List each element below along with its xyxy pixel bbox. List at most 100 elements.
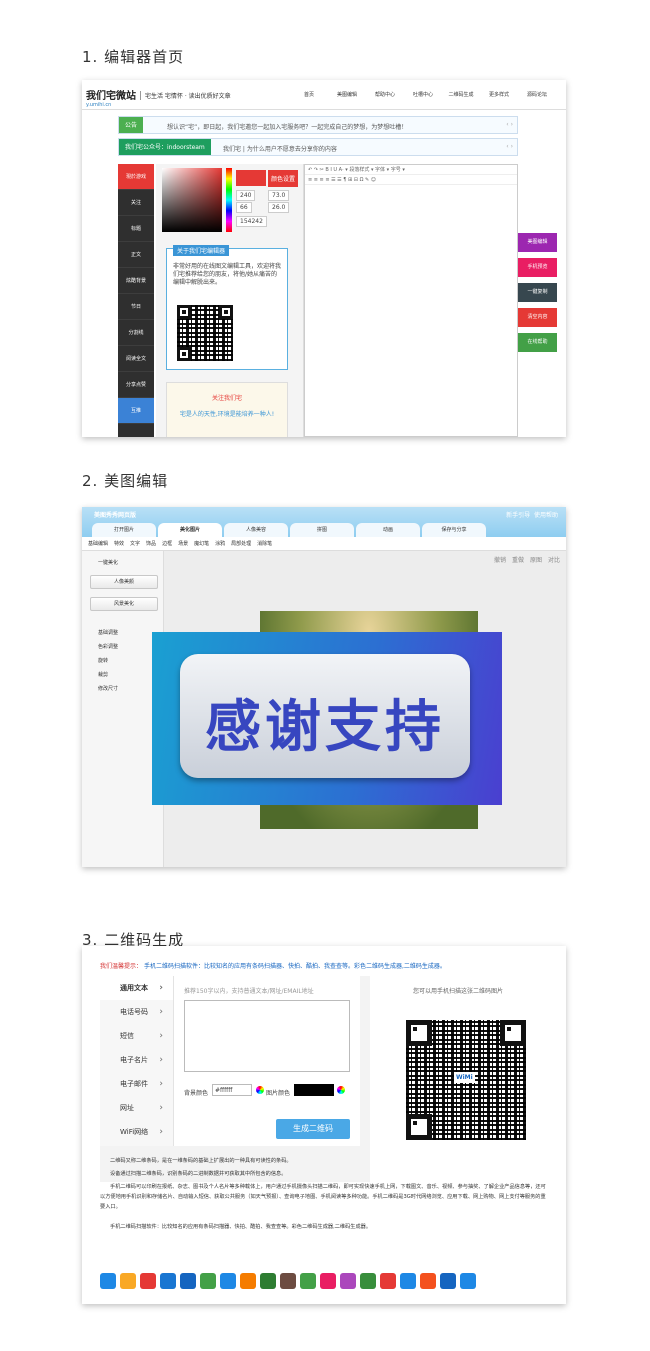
editor-toolbar-row1[interactable]: ↶ ↷ ✂ B I U A· ▾ 段落样式 ▾ 字体 ▾ 字号 ▾ (305, 165, 517, 175)
tool-item[interactable]: 涂鸦 (215, 541, 225, 547)
side-button[interactable]: 一键复制 (518, 283, 557, 302)
side-button[interactable]: 清空内容 (518, 308, 557, 327)
tool-item[interactable]: 消除笔 (257, 541, 272, 547)
color-value-field[interactable]: 26.0 (268, 202, 290, 213)
tab[interactable]: 打开图片 (92, 523, 156, 537)
tab[interactable]: 美化图片 (158, 523, 222, 537)
site-logo[interactable]: 我们宅微站 y.umihi.cn (86, 87, 136, 108)
rich-text-editor[interactable]: ↶ ↷ ✂ B I U A· ▾ 段落样式 ▾ 字体 ▾ 字号 ▾ ≡ ≡ ≡ … (304, 164, 518, 437)
tool-item[interactable]: 文字 (130, 541, 140, 547)
qr-type-item[interactable]: WiFi网络 (100, 1120, 173, 1144)
content-textarea[interactable] (184, 1000, 350, 1072)
qr-type-item[interactable]: 电话号码 (100, 1000, 173, 1024)
share-icon[interactable] (440, 1273, 456, 1289)
sidebar-item[interactable]: 正文 (118, 242, 154, 268)
tool-item[interactable]: 局部处理 (231, 541, 251, 547)
side-button[interactable]: 在线帮助 (518, 333, 557, 352)
color-value-field[interactable]: 73.0 (268, 190, 290, 201)
tool-item[interactable]: 饰品 (146, 541, 156, 547)
tab[interactable]: 动画 (356, 523, 420, 537)
tab[interactable]: 拼图 (290, 523, 354, 537)
nav-link[interactable]: 吐槽中心 (404, 91, 442, 98)
notice-text[interactable]: 想认识“宅”，即日起，我们宅邀您一起加入宅服务吧？一起完成自己的梦想，为梦想吐槽… (167, 122, 407, 131)
side-button[interactable]: 美图编辑 (518, 233, 557, 252)
sidebar-item[interactable]: 阅读全文 (118, 346, 154, 372)
share-icon[interactable] (360, 1273, 376, 1289)
share-icon[interactable] (160, 1273, 176, 1289)
color-value-field[interactable]: 66 (236, 202, 252, 213)
edit-action[interactable]: 撤销 (494, 557, 506, 564)
share-icon[interactable] (140, 1273, 156, 1289)
tool-item[interactable]: 场景 (178, 541, 188, 547)
tool-item[interactable]: 基础编辑 (88, 541, 108, 547)
nav-link[interactable]: 二维码生成 (442, 91, 480, 98)
wechat-arrows-icon[interactable]: ‹ › (506, 143, 513, 150)
share-icon[interactable] (420, 1273, 436, 1289)
color-wheel-icon[interactable] (256, 1086, 264, 1094)
share-icon[interactable] (460, 1273, 476, 1289)
color-value-field[interactable]: 240 (236, 190, 256, 201)
edit-action[interactable]: 对比 (548, 557, 560, 564)
hue-slider[interactable] (226, 168, 232, 232)
notice-arrows-icon[interactable]: ‹ › (506, 121, 513, 128)
color-value-field[interactable]: 154242 (236, 216, 267, 227)
adjust-menu-item[interactable]: 旋转 (98, 657, 108, 664)
sidebar-item[interactable]: 关注 (118, 190, 154, 216)
edit-action[interactable]: 重做 (512, 557, 524, 564)
share-icon[interactable] (300, 1273, 316, 1289)
one-click-beautify[interactable]: 一键美化 (98, 559, 118, 566)
share-icon[interactable] (380, 1273, 396, 1289)
tool-item[interactable]: 特效 (114, 541, 124, 547)
qr-type-item[interactable]: 短信 (100, 1024, 173, 1048)
sidebar-item[interactable]: 炫酷背景 (118, 268, 154, 294)
qr-center-logo: WiMi (454, 1072, 475, 1083)
wechat-text[interactable]: 我们宅 | 为什么用户不愿意去分享你的内容 (223, 144, 337, 153)
color-wheel-icon[interactable] (337, 1086, 345, 1094)
sidebar-item[interactable]: 节日 (118, 294, 154, 320)
color-picker[interactable] (162, 168, 222, 232)
share-icon[interactable] (320, 1273, 336, 1289)
nav-link[interactable]: 首页 (290, 91, 328, 98)
adjust-menu-item[interactable]: 修改尺寸 (98, 685, 118, 692)
nav-link[interactable]: 帮助中心 (366, 91, 404, 98)
sidebar-item[interactable]: 标题 (118, 216, 154, 242)
qr-type-item[interactable]: 电子邮件 (100, 1072, 173, 1096)
adjust-menu-item[interactable]: 裁剪 (98, 671, 108, 678)
share-icon[interactable] (100, 1273, 116, 1289)
sidebar-item[interactable]: 互推 (118, 398, 154, 424)
share-icon[interactable] (120, 1273, 136, 1289)
qr-type-item[interactable]: 电子名片 (100, 1048, 173, 1072)
sidebar-item[interactable]: 分割线 (118, 320, 154, 346)
bg-color-input[interactable]: #ffffff (212, 1084, 252, 1096)
nav-link[interactable]: 源码论坛 (518, 91, 556, 98)
sidebar-item[interactable]: 現於游戏 (118, 164, 154, 190)
generate-qr-button[interactable]: 生成二维码 (276, 1119, 350, 1139)
share-icon[interactable] (180, 1273, 196, 1289)
nav-link[interactable]: 美图编辑 (328, 91, 366, 98)
adjust-menu-item[interactable]: 基础调整 (98, 629, 118, 636)
nav-link[interactable]: 更多样式 (480, 91, 518, 98)
share-icon[interactable] (340, 1273, 356, 1289)
qr-type-item[interactable]: 网址 (100, 1096, 173, 1120)
qr-type-item[interactable]: 通用文本 (100, 976, 173, 1000)
sidebar-item[interactable]: 分享点赞 (118, 372, 154, 398)
portrait-beautify-button[interactable]: 人像美颜 (90, 575, 158, 589)
fg-color-input[interactable] (294, 1084, 334, 1096)
share-icon[interactable] (260, 1273, 276, 1289)
side-button[interactable]: 手机预览 (518, 258, 557, 277)
share-icon[interactable] (280, 1273, 296, 1289)
editor-toolbar-row2[interactable]: ≡ ≡ ≡ ≡ ☰ ☰ ¶ ⊞ ⊟ Ω ✎ ☺ (305, 175, 517, 185)
color-setting-button[interactable]: 颜色设置 (268, 170, 299, 187)
share-icon[interactable] (240, 1273, 256, 1289)
tool-item[interactable]: 边框 (162, 541, 172, 547)
tab[interactable]: 人像美容 (224, 523, 288, 537)
adjust-menu-item[interactable]: 色彩调整 (98, 643, 118, 650)
help-links[interactable]: 新手引导 使用帮助 (506, 510, 558, 519)
tool-item[interactable]: 魔幻笔 (194, 541, 209, 547)
edit-action[interactable]: 原图 (530, 557, 542, 564)
scene-beautify-button[interactable]: 风景美化 (90, 597, 158, 611)
share-icon[interactable] (220, 1273, 236, 1289)
tab[interactable]: 保存与分享 (422, 523, 486, 537)
share-icon[interactable] (400, 1273, 416, 1289)
share-icon[interactable] (200, 1273, 216, 1289)
